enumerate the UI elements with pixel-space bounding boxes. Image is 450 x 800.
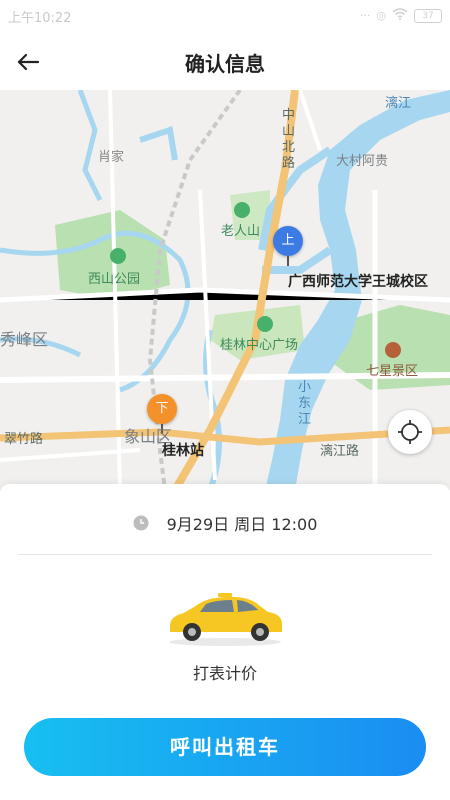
status-bar: 上午10:22 ··· ◎ 37 [0,0,450,34]
park-poi-icon [234,202,250,218]
map-label-center-square: 桂林中心广场 [220,338,299,353]
alarm-icon: ◎ [376,9,386,22]
map-label-xiaojia: 肖家 [98,150,125,165]
end-pin-label: 下 [155,401,169,416]
map-label-xiufeng: 秀峰区 [0,330,49,349]
map-label-lijiang-river: 漓江 [385,96,412,111]
crosshair-icon [398,420,422,444]
car-type-label: 打表计价 [192,664,257,683]
map-label-xiaodongjiang: 小东江 [298,380,312,427]
divider [18,554,432,555]
park-poi-icon [110,248,126,264]
pickup-time: 9月29日 周日 12:00 [166,515,318,534]
scenic-poi-icon [385,342,401,358]
map-label-start-location: 广西师范大学王城校区 [288,274,428,290]
map-label-xishan-park: 西山公园 [88,272,141,287]
start-pin[interactable]: 上 [273,226,303,266]
map-label-cuizhu-road: 翠竹路 [4,432,44,447]
park-poi-icon [257,316,273,332]
start-pin-label: 上 [281,233,295,248]
call-taxi-button[interactable]: 呼叫出租车 [24,718,426,776]
locate-button[interactable] [388,410,432,454]
top-bar: 确认信息 [0,34,450,91]
map-label-qixing: 七星景区 [366,364,419,379]
map-label-zhongshan-road: 中山北路 [282,108,296,171]
map-view[interactable]: 中山北路 漓江 肖家 大村阿贵 老人山 西山公园 上 广西师范大学王城校区 秀峰… [0,90,450,490]
time-row[interactable]: 9月29日 周日 12:00 [0,508,450,538]
map-label-lijiang-road: 漓江路 [320,444,360,459]
map-label-guilin-station: 桂林站 [162,443,204,459]
status-time: 上午10:22 [8,11,72,26]
battery-icon: 37 [414,8,442,23]
more-dots-icon: ··· [359,9,371,22]
map-label-laorenshan: 老人山 [221,224,261,239]
status-icons: ··· ◎ 37 [360,8,442,23]
end-pin[interactable]: 下 [147,394,177,434]
page-title: 确认信息 [185,52,265,76]
wifi-icon [392,8,408,23]
map-label-dacun: 大村阿贵 [336,154,389,169]
taxi-icon [169,593,282,646]
start-pin-stem [287,256,289,266]
clock-icon [133,515,149,531]
bottom-sheet: 9月29日 周日 12:00 打表计价 呼叫出租车 [0,484,450,800]
